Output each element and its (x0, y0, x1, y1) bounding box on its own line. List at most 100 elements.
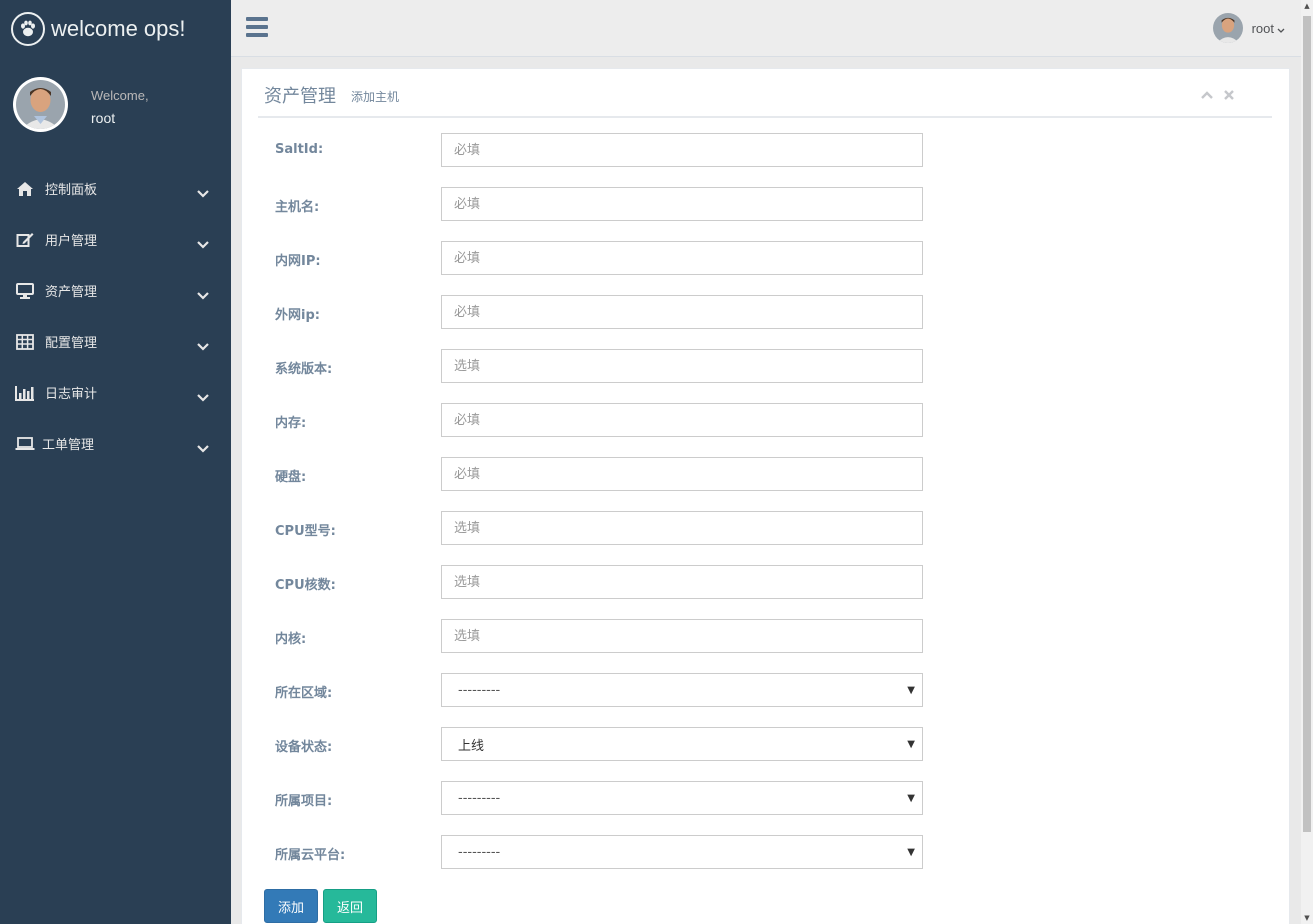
user-name: root (1251, 20, 1274, 36)
internal-ip-input[interactable] (441, 241, 923, 275)
top-nav: root (231, 0, 1301, 57)
add-button[interactable]: 添加 (264, 889, 319, 923)
brand-title: welcome ops! (51, 15, 186, 41)
chevron-down-icon (197, 183, 209, 202)
sidebar-item-label: 用户管理 (45, 234, 98, 249)
form-row-saltid: SaltId: (242, 133, 1242, 167)
home-icon (15, 179, 35, 199)
form-row-hostname: 主机名: (242, 187, 1242, 221)
kernel-input[interactable] (441, 619, 923, 653)
welcome-text: Welcome, (91, 88, 149, 103)
panel-header: 资产管理 添加主机 (258, 69, 1272, 118)
region-select-value: --------- (458, 682, 501, 698)
sidebar-item-label: 日志审计 (45, 387, 98, 402)
cloud-label: 所属云平台: (275, 848, 346, 863)
profile: Welcome, root (0, 57, 231, 151)
panel-subtitle: 添加主机 (351, 90, 400, 104)
os-version-input[interactable] (441, 349, 923, 383)
chevron-down-icon (197, 234, 209, 253)
cpu-model-input[interactable] (441, 511, 923, 545)
form-row-region: 所在区域: --------- ▼ (242, 673, 1242, 707)
brand[interactable]: welcome ops! (0, 0, 231, 57)
cpu-cores-input[interactable] (441, 565, 923, 599)
form-row-cloud: 所属云平台: --------- ▼ (242, 835, 1242, 869)
chevron-up-icon[interactable] (1200, 88, 1214, 102)
os-version-label: 系统版本: (275, 362, 333, 377)
status-select-value: 上线 (458, 738, 485, 754)
chevron-down-icon (197, 285, 209, 304)
hostname-input[interactable] (441, 187, 923, 221)
scrollbar[interactable]: ▲ ▼ (1301, 0, 1313, 924)
disk-label: 硬盘: (275, 470, 307, 485)
form-row-cpu-model: CPU型号: (242, 511, 1242, 545)
back-button[interactable]: 返回 (323, 889, 378, 923)
form-row-os-version: 系统版本: (242, 349, 1242, 383)
form-row-kernel: 内核: (242, 619, 1242, 653)
form-row-cpu-cores: CPU核数: (242, 565, 1242, 599)
disk-input[interactable] (441, 457, 923, 491)
laptop-icon (15, 434, 35, 454)
kernel-label: 内核: (275, 632, 307, 647)
table-icon (15, 332, 35, 352)
status-label: 设备状态: (275, 740, 333, 755)
project-select-value: --------- (458, 790, 501, 806)
project-select[interactable]: --------- ▼ (441, 781, 923, 815)
sidebar-item-label: 工单管理 (42, 438, 95, 453)
menu-toggle-icon[interactable] (246, 17, 268, 39)
scroll-down-icon[interactable]: ▼ (1303, 912, 1311, 924)
region-select[interactable]: --------- ▼ (441, 673, 923, 707)
sidebar-item-label: 控制面板 (45, 183, 98, 198)
chevron-down-icon (1277, 19, 1285, 38)
chevron-down-icon (197, 387, 209, 406)
sidebar-item-label: 资产管理 (45, 285, 98, 300)
sidebar-item-tickets[interactable]: 工单管理 (0, 418, 231, 469)
form-row-status: 设备状态: 上线 ▼ (242, 727, 1242, 761)
form-row-project: 所属项目: --------- ▼ (242, 781, 1242, 815)
hostname-label: 主机名: (275, 200, 320, 215)
sidebar-item-assets[interactable]: 资产管理 (0, 265, 231, 316)
saltid-label: SaltId: (275, 142, 324, 157)
external-ip-label: 外网ip: (275, 308, 320, 323)
cpu-cores-label: CPU核数: (275, 578, 336, 593)
status-select[interactable]: 上线 ▼ (441, 727, 923, 761)
form-row-memory: 内存: (242, 403, 1242, 437)
dropdown-arrow-icon: ▼ (907, 847, 915, 858)
scroll-thumb[interactable] (1303, 16, 1311, 832)
user-menu[interactable]: root (1212, 13, 1285, 43)
edit-icon (15, 230, 35, 250)
content-panel: 资产管理 添加主机 SaltId: 主机名: 内网IP: 外网ip: 系统版本:… (241, 68, 1290, 924)
panel-title: 资产管理 (264, 86, 336, 107)
sidebar-item-config[interactable]: 配置管理 (0, 316, 231, 367)
region-label: 所在区域: (275, 686, 333, 701)
dropdown-arrow-icon: ▼ (907, 685, 915, 696)
chevron-down-icon (197, 336, 209, 355)
close-icon[interactable] (1222, 88, 1236, 102)
project-label: 所属项目: (275, 794, 333, 809)
sidebar-item-label: 配置管理 (45, 336, 98, 351)
panel-tools (1200, 88, 1236, 102)
desktop-icon (15, 281, 35, 301)
avatar (13, 77, 68, 132)
cloud-select[interactable]: --------- ▼ (441, 835, 923, 869)
external-ip-input[interactable] (441, 295, 923, 329)
bar-chart-icon (15, 383, 35, 403)
paw-icon (11, 11, 45, 46)
form-row-external-ip: 外网ip: (242, 295, 1242, 329)
memory-label: 内存: (275, 416, 307, 431)
welcome-username: root (91, 110, 116, 126)
internal-ip-label: 内网IP: (275, 254, 321, 269)
cpu-model-label: CPU型号: (275, 524, 336, 539)
memory-input[interactable] (441, 403, 923, 437)
sidebar-item-dashboard[interactable]: 控制面板 (0, 163, 231, 214)
saltid-input[interactable] (441, 133, 923, 167)
form-row-disk: 硬盘: (242, 457, 1242, 491)
chevron-down-icon (197, 438, 209, 457)
dropdown-arrow-icon: ▼ (907, 739, 915, 750)
sidebar-item-users[interactable]: 用户管理 (0, 214, 231, 265)
dropdown-arrow-icon: ▼ (907, 793, 915, 804)
scroll-up-icon[interactable]: ▲ (1303, 0, 1311, 12)
sidebar-item-logs[interactable]: 日志审计 (0, 367, 231, 418)
sidebar-menu: 控制面板 用户管理 资产管理 配置管理 日志审计 工单管理 (0, 163, 231, 469)
cloud-select-value: --------- (458, 844, 501, 860)
avatar (1212, 13, 1243, 43)
